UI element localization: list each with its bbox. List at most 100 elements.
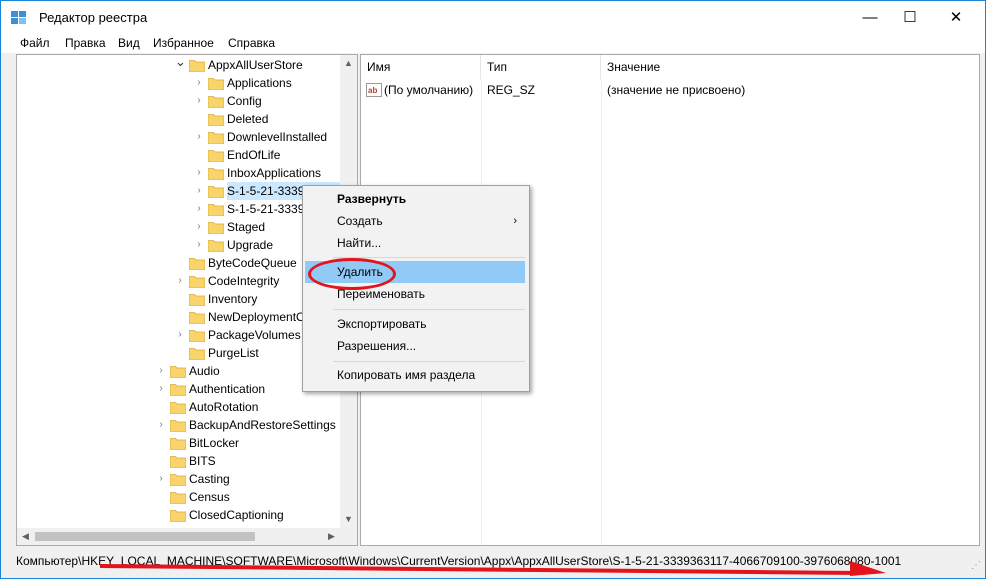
tree-item[interactable]: EndOfLife (17, 146, 340, 164)
folder-icon (208, 240, 224, 252)
folder-icon (208, 78, 224, 90)
tree-item[interactable]: BitLocker (17, 434, 340, 452)
menu-item-permissions[interactable]: Разрешения... (305, 335, 525, 357)
collapse-arrow-icon[interactable]: ⌄ (175, 55, 186, 74)
annotation-arrow-icon (100, 561, 886, 576)
folder-icon (170, 510, 186, 522)
tree-item[interactable]: › DownlevelInstalled (17, 128, 340, 146)
folder-icon (170, 402, 186, 414)
resize-grip-icon[interactable]: ⋰ (971, 560, 981, 571)
folder-icon (170, 492, 186, 504)
tree-item-label: AutoRotation (189, 400, 259, 414)
folder-icon (208, 96, 224, 108)
menu-favorites[interactable]: Избранное (153, 36, 214, 50)
annotation-circle (308, 258, 396, 290)
tree-item-label: Audio (189, 364, 220, 378)
expand-arrow-icon[interactable]: › (156, 380, 166, 398)
folder-icon (189, 348, 205, 360)
menu-item-label: Найти... (337, 236, 382, 250)
scroll-left-icon[interactable]: ◀ (17, 528, 34, 545)
menu-file[interactable]: Файл (20, 36, 50, 50)
title-bar[interactable]: Редактор реестра — ☐ ✕ (1, 1, 985, 33)
expand-arrow-icon[interactable]: › (156, 416, 166, 434)
folder-icon (189, 60, 205, 72)
menu-bar: Файл Правка Вид Избранное Справка (1, 33, 985, 53)
tree-item[interactable]: Deleted (17, 110, 340, 128)
tree-item[interactable]: › Casting (17, 470, 340, 488)
scroll-down-icon[interactable]: ▼ (340, 511, 357, 528)
menu-help[interactable]: Справка (228, 36, 275, 50)
tree-item-label: BITS (189, 454, 216, 468)
expand-arrow-icon[interactable]: › (194, 182, 204, 200)
menu-item-copy-key-name[interactable]: Копировать имя раздела (305, 364, 525, 386)
close-button[interactable]: ✕ (933, 1, 979, 33)
tree-item[interactable]: Inventory (17, 290, 340, 308)
expand-arrow-icon[interactable]: › (156, 470, 166, 488)
tree-item[interactable]: NewDeploymentOpe (17, 308, 340, 326)
menu-item-label: Разрешения... (337, 339, 417, 353)
expand-arrow-icon[interactable]: › (194, 164, 204, 182)
tree-item-label: Upgrade (227, 238, 274, 252)
tree-item[interactable]: › InboxApplications (17, 164, 340, 182)
expand-arrow-icon[interactable]: › (175, 272, 185, 290)
menu-view[interactable]: Вид (118, 36, 140, 50)
tree-item[interactable]: Census (17, 488, 340, 506)
tree-item-label: BitLocker (189, 436, 240, 450)
expand-arrow-icon[interactable]: › (194, 92, 204, 110)
tree-item[interactable]: › CodeIntegrity (17, 272, 340, 290)
column-header-value[interactable]: Значение (601, 55, 979, 79)
tree-item[interactable]: PurgeList (17, 344, 340, 362)
expand-arrow-icon[interactable]: › (194, 74, 204, 92)
expand-arrow-icon[interactable]: › (156, 362, 166, 380)
menu-item-label: Экспортировать (337, 317, 427, 331)
tree-item[interactable]: BITS (17, 452, 340, 470)
expand-arrow-icon[interactable]: › (194, 218, 204, 236)
folder-icon (189, 330, 205, 342)
tree-item-label: Applications (227, 76, 292, 90)
tree-item[interactable]: ByteCodeQueue (17, 254, 340, 272)
submenu-arrow-icon: › (513, 215, 517, 227)
tree-item-label: Casting (189, 472, 230, 486)
tree-item[interactable]: › BackupAndRestoreSettings (17, 416, 340, 434)
scroll-right-icon[interactable]: ▶ (323, 528, 340, 545)
menu-separator (333, 309, 525, 310)
expand-arrow-icon[interactable]: › (194, 236, 204, 254)
tree-item[interactable]: › Upgrade (17, 236, 340, 254)
tree-item[interactable]: ClosedCaptioning (17, 506, 340, 524)
menu-item-export[interactable]: Экспортировать (305, 313, 525, 335)
folder-icon (208, 168, 224, 180)
tree-item-label: Config (227, 94, 262, 108)
menu-edit[interactable]: Правка (65, 36, 106, 50)
value-row[interactable]: ab (По умолчанию) REG_SZ (значение не пр… (361, 81, 979, 99)
tree-item[interactable]: › Staged (17, 218, 340, 236)
tree-item[interactable]: › S-1-5-21-3339363 (17, 200, 340, 218)
tree-item[interactable]: › Authentication (17, 380, 340, 398)
horizontal-scroll-thumb[interactable] (35, 532, 255, 541)
folder-icon (208, 132, 224, 144)
folder-icon (170, 474, 186, 486)
tree-item-label: Deleted (227, 112, 269, 126)
tree-item[interactable]: ⌄ AppxAllUserStore (17, 55, 340, 74)
folder-icon (208, 150, 224, 162)
tree-horizontal-scrollbar[interactable]: ◀ ▶ (17, 528, 357, 545)
value-data: (значение не присвоено) (607, 83, 746, 97)
tree-item[interactable]: › Audio (17, 362, 340, 380)
expand-arrow-icon[interactable]: › (175, 326, 185, 344)
tree-item[interactable]: › Config (17, 92, 340, 110)
tree-item[interactable]: › S-1-5-21-3339363117-4 (17, 182, 355, 200)
scroll-up-icon[interactable]: ▲ (340, 55, 357, 72)
menu-item-expand[interactable]: Развернуть (305, 188, 525, 210)
column-header-type[interactable]: Тип (481, 55, 601, 79)
expand-arrow-icon[interactable]: › (194, 200, 204, 218)
column-header-name[interactable]: Имя (361, 55, 481, 79)
tree-item[interactable]: › Applications (17, 74, 340, 92)
column-divider (601, 79, 602, 545)
maximize-button[interactable]: ☐ (887, 1, 933, 33)
tree-item[interactable]: AutoRotation (17, 398, 340, 416)
menu-item-new[interactable]: Создать › (305, 210, 525, 232)
tree-item-label: Census (189, 490, 230, 504)
tree-item-label: PackageVolumes (208, 328, 301, 342)
tree-item[interactable]: › PackageVolumes (17, 326, 340, 344)
menu-item-find[interactable]: Найти... (305, 232, 525, 254)
expand-arrow-icon[interactable]: › (194, 128, 204, 146)
